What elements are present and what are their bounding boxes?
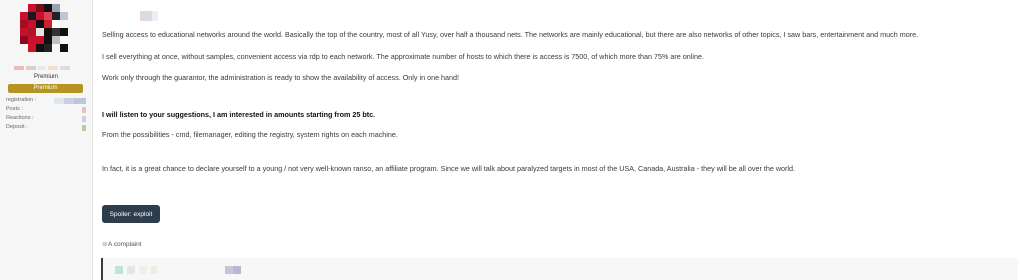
stat-label: Posts : <box>6 106 23 112</box>
stat-label: Reactions : <box>6 115 34 121</box>
avatar[interactable] <box>20 4 72 56</box>
post-paragraph: From the possibilities - cmd, filemanage… <box>102 130 398 139</box>
complaint-label: A complaint <box>108 241 142 248</box>
spoiler-button[interactable]: Spoiler: exploit <box>102 205 160 223</box>
post-paragraph: Work only through the guarantor, the adm… <box>102 73 460 82</box>
user-panel: Premium Premium registration : Posts : R… <box>0 0 93 280</box>
next-post-preview <box>101 258 1018 280</box>
premium-badge: Premium <box>8 84 83 93</box>
stat-registration: registration : <box>6 97 86 105</box>
post-meta <box>140 8 158 21</box>
user-rank: Premium <box>33 74 58 80</box>
stat-label: registration : <box>6 97 37 103</box>
stat-reactions: Reactions : <box>6 115 86 123</box>
post-paragraph: I sell everything at once, without sampl… <box>102 52 704 61</box>
post-highlight: I will listen to your suggestions, I am … <box>102 110 376 119</box>
post-paragraph: Selling access to educational networks a… <box>102 30 919 39</box>
complaint-link[interactable]: ⊘A complaint <box>102 240 142 250</box>
stat-deposit: Deposit : <box>6 124 86 132</box>
stat-posts: Posts : <box>6 106 86 114</box>
stat-label: Deposit : <box>6 124 28 130</box>
post-paragraph: In fact, it is a great chance to declare… <box>102 164 796 173</box>
